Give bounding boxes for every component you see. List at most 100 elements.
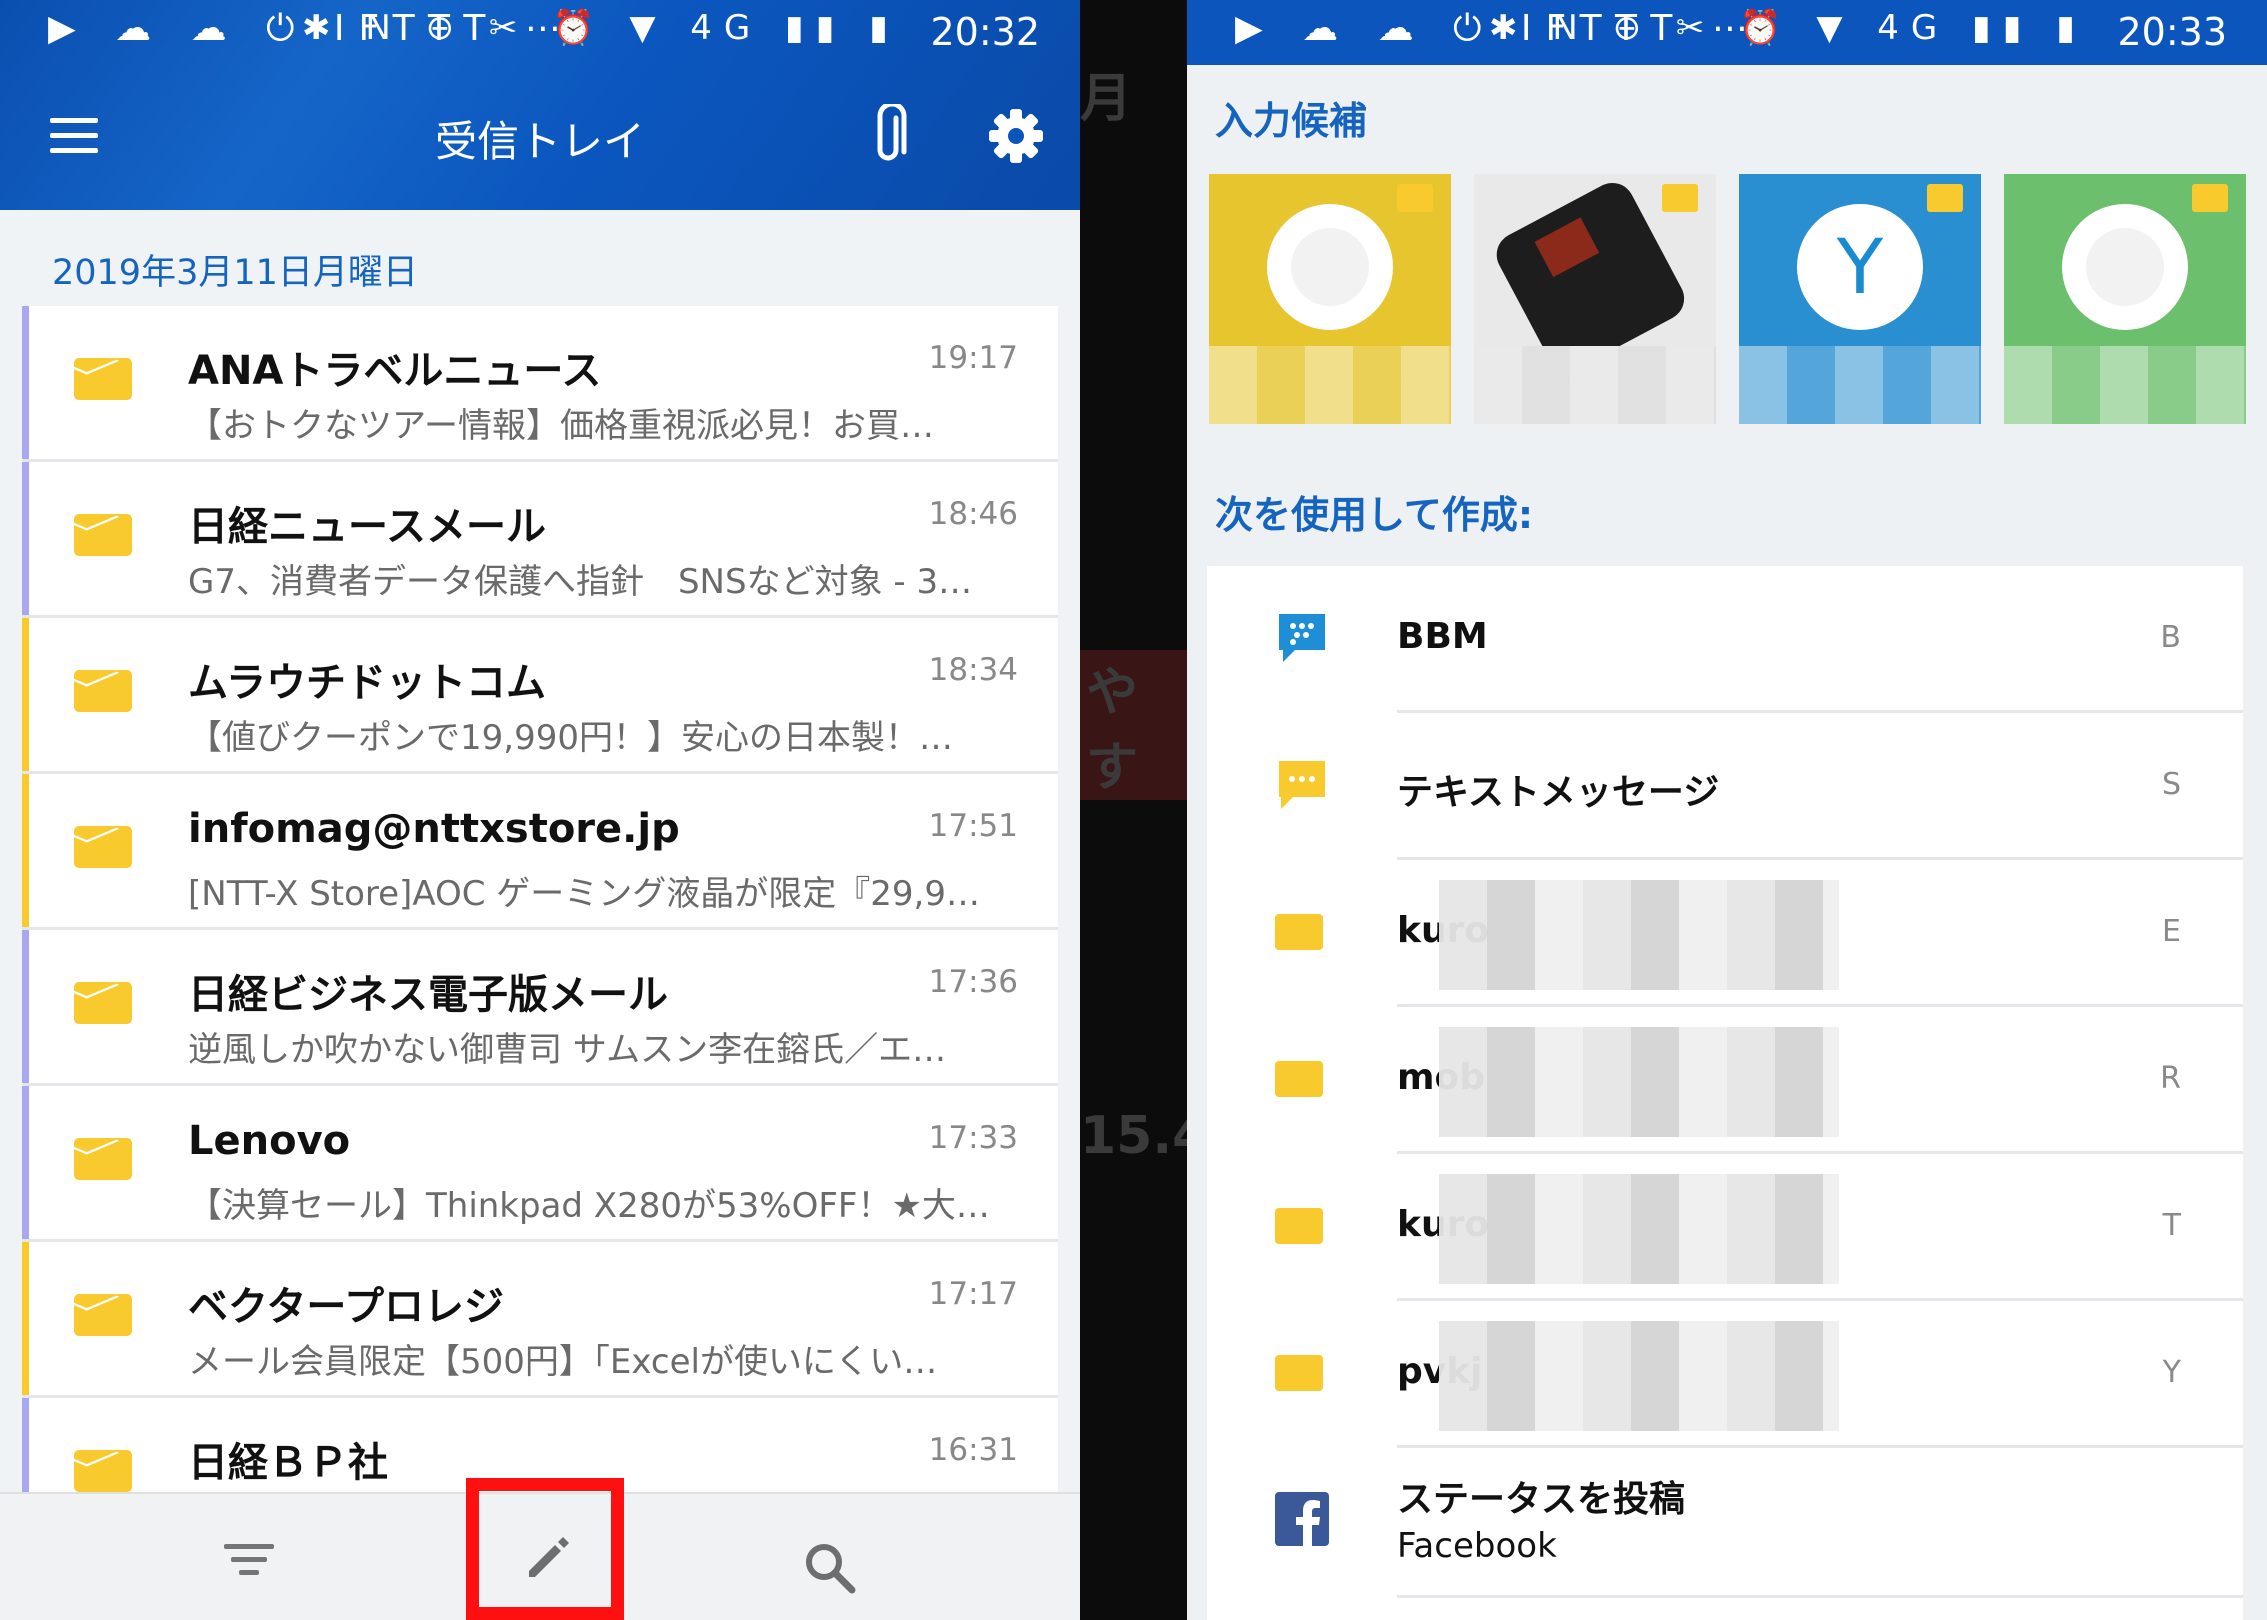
app-name: ステータスを投稿 (1397, 1479, 1686, 1520)
contact-tile[interactable]: Y (1739, 174, 1981, 424)
mail-sender: 日経ＢＰ社 (188, 1440, 388, 1486)
redacted-contact-name (1474, 346, 1716, 424)
mail-icon (1275, 914, 1323, 950)
mail-row[interactable]: Lenovo 17:33 【決算セール】Thinkpad X280が53%OFF！★… (22, 1086, 1058, 1242)
mail-icon (1275, 1355, 1323, 1391)
bbm-icon (1275, 610, 1329, 664)
status-right-icons: ✱ N ⊖ ✂ ⏰ ▼ 4G ▮▮ ▮ (1489, 8, 2087, 48)
unread-accent-bar (22, 1086, 29, 1239)
compose-app-row[interactable]: テキストメッセージ S (1207, 713, 2243, 860)
message-badge-icon (1397, 184, 1433, 212)
unread-accent-bar (22, 462, 29, 615)
mail-sender: 日経ニュースメール (188, 504, 546, 550)
mail-envelope-icon (74, 1294, 132, 1336)
mail-icon (1275, 1208, 1323, 1244)
unread-accent-bar (22, 1242, 29, 1395)
mail-row[interactable]: infomag@nttxstore.jp 17:51 [NTT-X Store]AO… (22, 774, 1058, 930)
mail-badge-icon (1927, 184, 1963, 212)
shortcut-key: E (2162, 914, 2181, 949)
shortcut-key: B (2160, 620, 2181, 655)
search-icon[interactable] (800, 1538, 860, 1598)
mail-time: 17:51 (928, 808, 1018, 844)
mail-icon (1275, 1061, 1323, 1097)
mail-row[interactable]: ムラウチドットコム 18:34 【値びクーポンで19,990円！】安心の日本製！… (22, 618, 1058, 774)
mail-preview: 【値びクーポンで19,990円！】安心の日本製！… (188, 718, 953, 758)
inbox-screen: ▶ ☁ ☁ ⏻ IFTTT ⋯ ✱ N ⊖ ✂ ⏰ ▼ 4G ▮▮ ▮ 20:3… (0, 0, 1080, 1620)
mail-envelope-icon (74, 358, 132, 400)
contact-avatar-icon (2062, 204, 2188, 330)
contact-tile[interactable] (2004, 174, 2246, 424)
unread-accent-bar (22, 618, 29, 771)
mail-preview: 逆風しか吹かない御曹司 サムスン李在鎔氏／エ… (188, 1030, 947, 1070)
status-clock: 20:33 (2117, 10, 2227, 54)
unread-accent-bar (22, 306, 29, 459)
mail-list: ANAトラベルニュース 19:17 【おトクなツアー情報】価格重視派必見！お買… 日経… (22, 306, 1058, 1554)
background-app-sliver: 月 やす 15.4 (1080, 0, 1187, 1620)
mail-time: 19:17 (928, 340, 1018, 376)
unread-accent-bar (22, 930, 29, 1083)
contact-tile[interactable] (1209, 174, 1451, 424)
compose-chooser-screen: ▶ ☁ ☁ ⏻ IFTTT ⋯ ✱ N ⊖ ✂ ⏰ ▼ 4G ▮▮ ▮ 20:3… (1187, 0, 2267, 1620)
facebook-icon (1275, 1492, 1329, 1546)
redacted-address (1439, 880, 1839, 990)
compose-with-title: 次を使用して作成: (1215, 493, 1534, 537)
shortcut-key: Y (2162, 1355, 2181, 1390)
compose-app-row[interactable]: mobR (1207, 1007, 2243, 1154)
mail-preview: [NTT-X Store]AOC ゲーミング液晶が限定『29,9… (188, 874, 980, 914)
mail-envelope-icon (74, 670, 132, 712)
compose-button[interactable] (466, 1478, 624, 1620)
date-heading: 2019年3月11日月曜日 (52, 253, 418, 293)
background-text: 月 (1080, 69, 1133, 129)
mail-preview: メール会員限定【500円】「Excelが使いにくい… (188, 1342, 938, 1382)
mail-sender: ムラウチドットコム (188, 660, 546, 706)
compose-app-row[interactable]: pvkjY (1207, 1301, 2243, 1448)
redacted-contact-name (1209, 346, 1451, 424)
shortcut-key: S (2161, 767, 2181, 802)
bottom-bar (0, 1478, 1080, 1620)
redacted-address (1439, 1027, 1839, 1137)
mail-envelope-icon (74, 982, 132, 1024)
redacted-contact-name (2004, 346, 2246, 424)
attachment-icon[interactable] (862, 101, 918, 168)
settings-gear-icon[interactable] (984, 104, 1048, 168)
redacted-address (1439, 1321, 1839, 1431)
mail-time: 16:31 (928, 1432, 1018, 1468)
mail-envelope-icon (74, 826, 132, 868)
app-subtitle: Facebook (1397, 1526, 1557, 1566)
status-right-icons: ✱ N ⊖ ✂ ⏰ ▼ 4G ▮▮ ▮ (302, 8, 900, 48)
app-name: テキストメッセージ (1397, 772, 1720, 813)
compose-app-row[interactable]: kuroE (1207, 860, 2243, 1007)
compose-app-list: BBMBテキストメッセージSkuroEmobRkuroTpvkjYステータスを投… (1207, 566, 2243, 1620)
redacted-address (1439, 1174, 1839, 1284)
mail-sender: ANAトラベルニュース (188, 348, 602, 394)
mail-row[interactable]: 日経ニュースメール 18:46 G7、消費者データ保護へ指針 SNSなど対象 - 3… (22, 462, 1058, 618)
mail-sender: Lenovo (188, 1118, 351, 1164)
compose-app-row[interactable]: kuroT (1207, 1154, 2243, 1301)
shortcut-key: R (2160, 1061, 2181, 1096)
mail-envelope-icon (74, 1450, 132, 1492)
compose-app-row[interactable]: BBM B (1207, 566, 2243, 713)
status-clock: 20:32 (930, 10, 1040, 54)
background-text: 15.4 (1080, 1106, 1187, 1166)
mail-sender: ベクタープロレジ (188, 1284, 504, 1330)
shortcut-key: T (2162, 1208, 2181, 1243)
contact-tile[interactable] (1474, 174, 1716, 424)
compose-app-row[interactable]: ステータスを投稿 Facebook (1207, 1448, 2243, 1598)
mail-time: 17:33 (928, 1120, 1018, 1156)
text-message-icon (1275, 757, 1329, 811)
mail-row[interactable]: ANAトラベルニュース 19:17 【おトクなツアー情報】価格重視派必見！お買… (22, 306, 1058, 462)
app-name: BBM (1397, 616, 1488, 657)
mail-badge-icon (1662, 184, 1698, 212)
mail-preview: 【決算セール】Thinkpad X280が53%OFF！★大… (188, 1186, 990, 1226)
redacted-contact-name (1739, 346, 1981, 424)
contact-avatar-icon (1267, 204, 1393, 330)
mail-sender: 日経ビジネス電子版メール (188, 972, 668, 1018)
mail-time: 17:36 (928, 964, 1018, 1000)
filter-icon[interactable] (224, 1544, 274, 1584)
mail-row[interactable]: ベクタープロレジ 17:17 メール会員限定【500円】「Excelが使いにくい… (22, 1242, 1058, 1398)
mail-row[interactable]: 日経ビジネス電子版メール 17:36 逆風しか吹かない御曹司 サムスン李在鎔氏／エ… (22, 930, 1058, 1086)
mail-envelope-icon (74, 514, 132, 556)
mail-preview: 【おトクなツアー情報】価格重視派必見！お買… (188, 406, 934, 446)
row-divider (1397, 1595, 2243, 1598)
suggestions-title: 入力候補 (1215, 99, 1368, 143)
